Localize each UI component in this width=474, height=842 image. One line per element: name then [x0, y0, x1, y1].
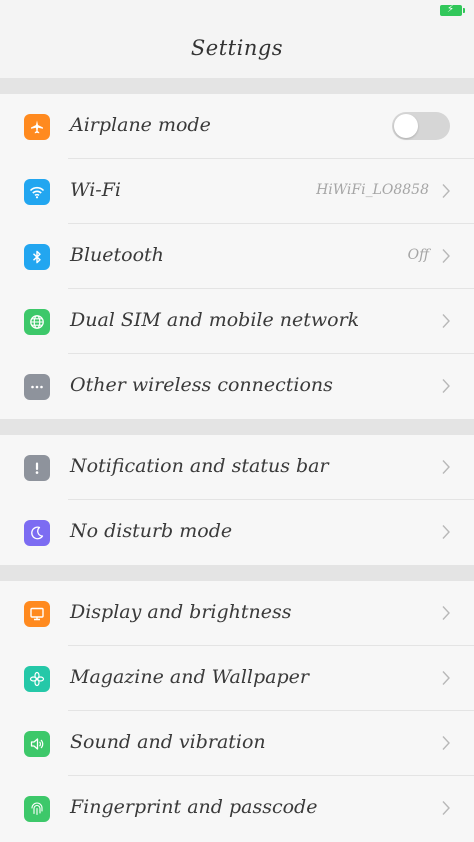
row-dual-sim[interactable]: Dual SIM and mobile network [0, 289, 474, 354]
row-bluetooth[interactable]: Bluetooth Off [0, 224, 474, 289]
chevron-right-icon [441, 313, 451, 329]
status-bar: ⚡ [0, 0, 474, 22]
airplane-mode-toggle[interactable] [392, 112, 450, 140]
bluetooth-status: Off [407, 247, 429, 263]
chevron-right-icon [441, 248, 451, 264]
row-wifi[interactable]: Wi-Fi HiWiFi_LO8858 [0, 159, 474, 224]
toggle-knob [394, 114, 418, 138]
airplane-icon [24, 114, 50, 140]
row-label: Fingerprint and passcode [70, 796, 318, 818]
flower-icon [24, 666, 50, 692]
row-label: Bluetooth [70, 244, 164, 266]
row-label: Display and brightness [70, 601, 292, 623]
chevron-right-icon [441, 183, 451, 199]
section-divider [0, 565, 474, 581]
row-label: No disturb mode [70, 520, 233, 542]
bluetooth-icon [24, 244, 50, 270]
row-label: Wi-Fi [70, 179, 121, 201]
row-fingerprint-passcode[interactable]: Fingerprint and passcode [0, 776, 474, 841]
row-other-wireless[interactable]: Other wireless connections [0, 354, 474, 419]
page-title: Settings [190, 36, 284, 60]
settings-group-personalization: Display and brightness Magazine and Wall… [0, 581, 474, 842]
chevron-right-icon [441, 378, 451, 394]
row-sound-vibration[interactable]: Sound and vibration [0, 711, 474, 776]
row-label: Magazine and Wallpaper [70, 666, 309, 688]
globe-icon [24, 309, 50, 335]
row-no-disturb[interactable]: No disturb mode [0, 500, 474, 565]
chevron-right-icon [441, 800, 451, 816]
row-label: Sound and vibration [70, 731, 266, 753]
row-display-brightness[interactable]: Display and brightness [0, 581, 474, 646]
section-divider [0, 78, 474, 94]
row-label: Notification and status bar [70, 455, 329, 477]
chevron-right-icon [441, 735, 451, 751]
wifi-icon [24, 179, 50, 205]
settings-group-wireless: Airplane mode Wi-Fi HiWiFi_LO8858 Blueto… [0, 94, 474, 419]
row-label: Airplane mode [70, 114, 211, 136]
battery-charging-icon: ⚡ [440, 4, 465, 16]
chevron-right-icon [441, 605, 451, 621]
header: Settings [0, 22, 474, 78]
chevron-right-icon [441, 524, 451, 540]
wifi-network-name: HiWiFi_LO8858 [316, 182, 429, 198]
moon-icon [24, 520, 50, 546]
row-label: Other wireless connections [70, 374, 333, 396]
more-icon [24, 374, 50, 400]
exclamation-icon [24, 455, 50, 481]
speaker-icon [24, 731, 50, 757]
display-icon [24, 601, 50, 627]
row-label: Dual SIM and mobile network [70, 309, 360, 331]
chevron-right-icon [441, 670, 451, 686]
row-airplane-mode[interactable]: Airplane mode [0, 94, 474, 159]
chevron-right-icon [441, 459, 451, 475]
row-magazine-wallpaper[interactable]: Magazine and Wallpaper [0, 646, 474, 711]
row-notification-status-bar[interactable]: Notification and status bar [0, 435, 474, 500]
fingerprint-icon [24, 796, 50, 822]
settings-group-notifications: Notification and status bar No disturb m… [0, 435, 474, 565]
section-divider [0, 419, 474, 435]
